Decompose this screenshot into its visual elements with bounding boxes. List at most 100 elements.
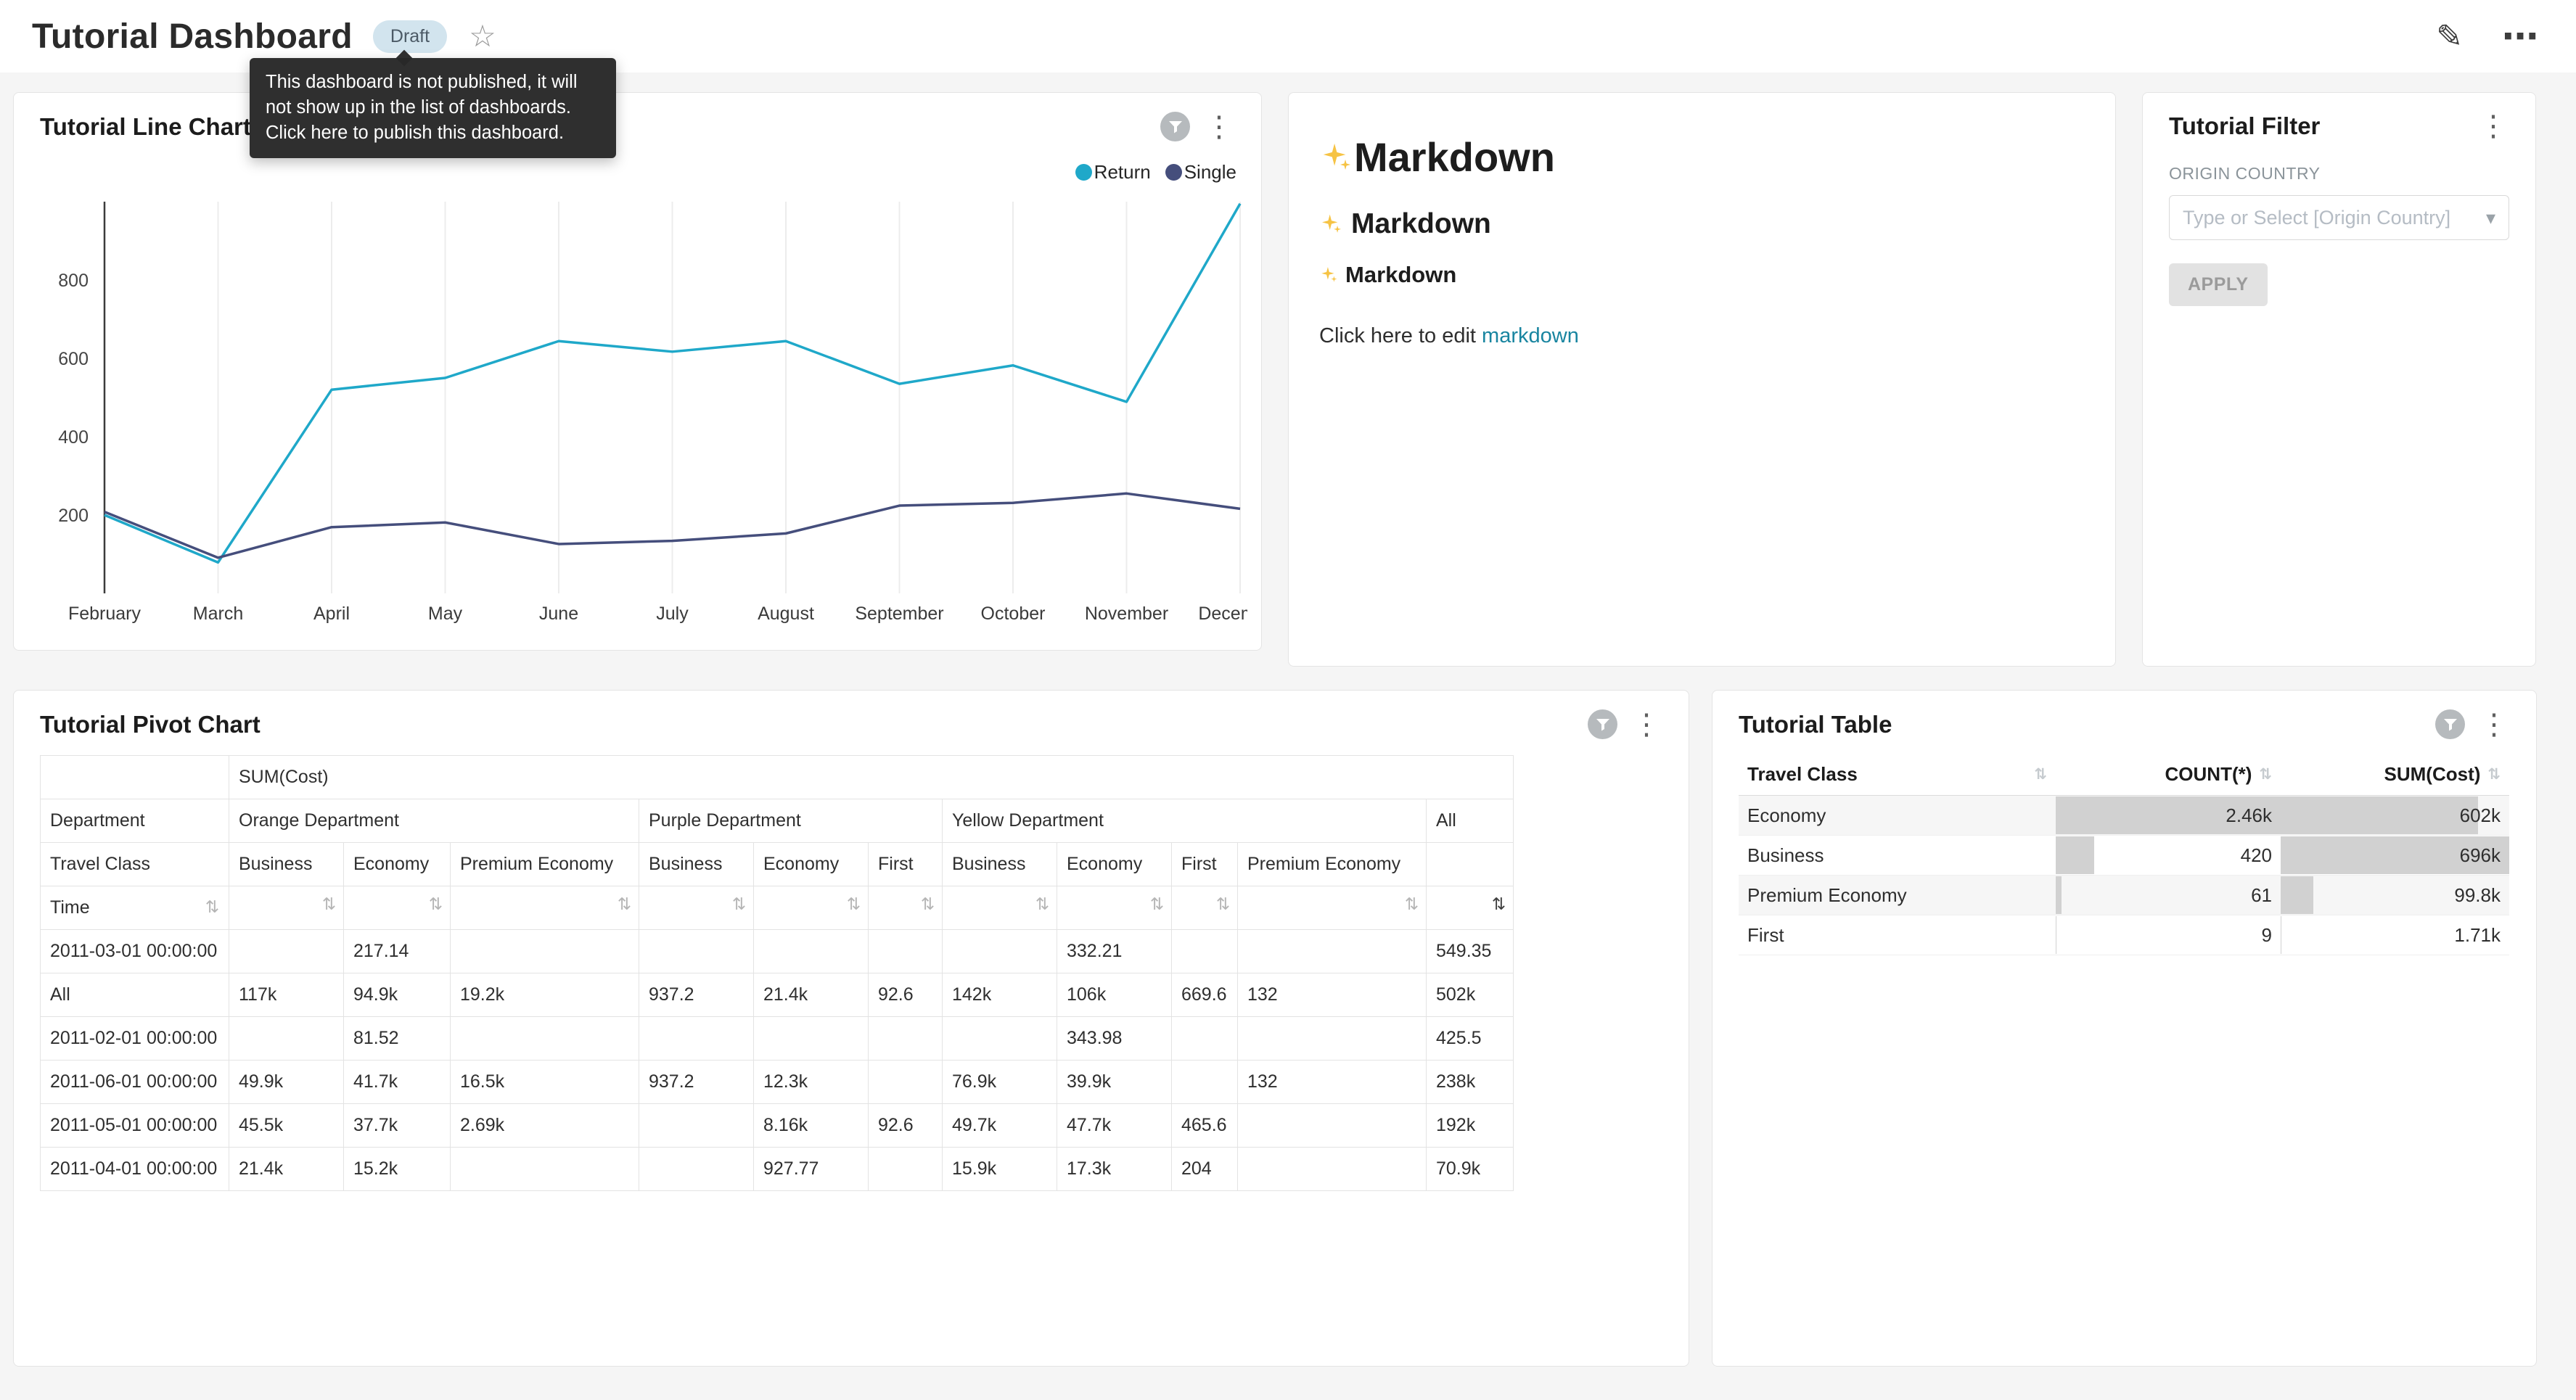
sort-icon[interactable]: ⇅ xyxy=(2487,765,2501,783)
card-line-chart: Tutorial Line Chart ⋮ ReturnSingle 20040… xyxy=(13,92,1262,651)
cell-value: 1.71k xyxy=(2281,915,2509,955)
table-cell-label: Premium Economy xyxy=(1739,876,2056,915)
pivot-cell xyxy=(1238,1148,1427,1191)
column-header-label: Travel Class xyxy=(1747,763,1858,786)
more-horizontal-icon[interactable]: ⋯ xyxy=(2502,15,2538,57)
pivot-cell: 49.7k xyxy=(943,1104,1057,1148)
origin-country-select[interactable]: Type or Select [Origin Country] ▾ xyxy=(2169,195,2509,240)
filter-badge-icon[interactable] xyxy=(1160,112,1190,141)
pivot-cell xyxy=(869,1017,943,1061)
pivot-col-header xyxy=(1427,843,1514,886)
pivot-group-header: All xyxy=(1427,799,1514,843)
markdown-h1-text: Markdown xyxy=(1354,133,1555,181)
pivot-cell: 37.7k xyxy=(344,1104,451,1148)
pivot-group-header: Orange Department xyxy=(229,799,639,843)
sort-icon[interactable]: ⇅ xyxy=(2034,765,2047,783)
pivot-row-dim-label: Time⇅ xyxy=(41,886,229,930)
sort-icon[interactable]: ⇅ xyxy=(1405,894,1419,913)
pivot-row: 2011-04-01 00:00:0021.4k15.2k927.7715.9k… xyxy=(41,1148,1514,1191)
sort-icon[interactable]: ⇅ xyxy=(2259,765,2272,783)
x-tick-label: April xyxy=(313,604,350,624)
column-header[interactable]: Travel Class ⇅ xyxy=(1739,754,2056,796)
pivot-sort-cell: ⇅ xyxy=(344,886,451,930)
legend-item[interactable]: Return xyxy=(1075,161,1151,184)
sort-icon[interactable]: ⇅ xyxy=(322,894,336,913)
sort-icon[interactable]: ⇅ xyxy=(921,894,935,913)
pivot-dim-label: Travel Class xyxy=(41,843,229,886)
pivot-cell: 669.6 xyxy=(1172,973,1238,1017)
pivot-sort-row: Time⇅⇅⇅⇅⇅⇅⇅⇅⇅⇅⇅⇅ xyxy=(41,886,1514,930)
pivot-cell: 502k xyxy=(1427,973,1514,1017)
pivot-row: 2011-03-01 00:00:00217.14332.21549.35 xyxy=(41,930,1514,973)
markdown-edit-link[interactable]: markdown xyxy=(1482,324,1579,347)
pivot-cell: 238k xyxy=(1427,1061,1514,1104)
table-row: Economy2.46k602k xyxy=(1739,796,2509,836)
filter-badge-icon[interactable] xyxy=(2435,709,2465,739)
pivot-cell: 19.2k xyxy=(451,973,639,1017)
pivot-cell xyxy=(869,1148,943,1191)
pivot-cell: 49.9k xyxy=(229,1061,344,1104)
cell-value: 602k xyxy=(2281,796,2509,835)
pivot-col-header: Economy xyxy=(1057,843,1172,886)
kebab-menu-icon[interactable]: ⋮ xyxy=(2472,112,2515,141)
apply-button[interactable]: APPLY xyxy=(2169,263,2268,306)
favorite-star-icon[interactable]: ☆ xyxy=(469,21,496,52)
funnel-icon xyxy=(1168,119,1184,135)
pivot-row-label: 2011-06-01 00:00:00 xyxy=(41,1061,229,1104)
card-header: Tutorial Filter ⋮ xyxy=(2143,93,2535,141)
column-header[interactable]: COUNT(*)⇅ xyxy=(2056,754,2281,796)
pivot-row: 2011-06-01 00:00:0049.9k41.7k16.5k937.21… xyxy=(41,1061,1514,1104)
sort-icon[interactable]: ⇅ xyxy=(1150,894,1164,913)
status-badge[interactable]: Draft xyxy=(373,20,447,53)
sort-icon[interactable]: ⇅ xyxy=(429,894,443,913)
pivot-cell: 549.35 xyxy=(1427,930,1514,973)
pivot-cell: 12.3k xyxy=(754,1061,869,1104)
sort-icon[interactable]: ⇅ xyxy=(618,894,631,913)
pivot-cell: 17.3k xyxy=(1057,1148,1172,1191)
cell-value: 61 xyxy=(2056,876,2281,915)
column-header[interactable]: SUM(Cost)⇅ xyxy=(2281,754,2509,796)
table-cell-sum: 99.8k xyxy=(2281,876,2509,915)
card-title: Tutorial Table xyxy=(1739,711,1892,738)
pivot-cell: 106k xyxy=(1057,973,1172,1017)
pivot-cell: 117k xyxy=(229,973,344,1017)
sort-icon[interactable]: ⇅ xyxy=(732,894,746,913)
draft-tooltip-text: This dashboard is not published, it will… xyxy=(266,72,577,143)
sort-icon[interactable]: ⇅ xyxy=(1035,894,1049,913)
pivot-cell xyxy=(943,930,1057,973)
pivot-cell: 47.7k xyxy=(1057,1104,1172,1148)
sort-icon[interactable]: ⇅ xyxy=(847,894,861,913)
page-title: Tutorial Dashboard xyxy=(32,17,353,57)
cell-value: 2.46k xyxy=(2056,796,2281,835)
card-header: Tutorial Pivot Chart ⋮ xyxy=(14,691,1689,739)
sort-icon[interactable]: ⇅ xyxy=(205,896,219,918)
x-tick-label: November xyxy=(1085,604,1168,624)
kebab-menu-icon[interactable]: ⋮ xyxy=(1625,710,1668,739)
pivot-cell xyxy=(229,930,344,973)
sort-icon[interactable]: ⇅ xyxy=(1216,894,1230,913)
sort-icon[interactable]: ⇅ xyxy=(1492,894,1506,913)
cell-value: 9 xyxy=(2056,915,2281,955)
pivot-cell: 76.9k xyxy=(943,1061,1057,1104)
pivot-col-header: Economy xyxy=(754,843,869,886)
pivot-header-row: SUM(Cost) xyxy=(41,756,1514,799)
chart-legend: Return Single xyxy=(1075,161,1236,184)
pivot-cell: 192k xyxy=(1427,1104,1514,1148)
pivot-cell: 332.21 xyxy=(1057,930,1172,973)
x-tick-label: February xyxy=(68,604,141,624)
pivot-header-row: DepartmentOrange DepartmentPurple Depart… xyxy=(41,799,1514,843)
table-cell-label: First xyxy=(1739,915,2056,955)
kebab-menu-icon[interactable]: ⋮ xyxy=(1197,112,1241,141)
pivot-col-header: Business xyxy=(639,843,754,886)
pivot-sort-cell: ⇅ xyxy=(1057,886,1172,930)
legend-item[interactable]: Single xyxy=(1165,161,1236,184)
pivot-cell: 132 xyxy=(1238,1061,1427,1104)
filter-badge-icon[interactable] xyxy=(1588,709,1617,739)
pivot-cell: 465.6 xyxy=(1172,1104,1238,1148)
pivot-row: 2011-05-01 00:00:0045.5k37.7k2.69k8.16k9… xyxy=(41,1104,1514,1148)
kebab-menu-icon[interactable]: ⋮ xyxy=(2472,710,2516,739)
edit-icon[interactable]: ✎ xyxy=(2436,18,2463,55)
pivot-cell xyxy=(639,1148,754,1191)
select-placeholder: Type or Select [Origin Country] xyxy=(2183,207,2450,229)
pivot-cell: 15.9k xyxy=(943,1148,1057,1191)
